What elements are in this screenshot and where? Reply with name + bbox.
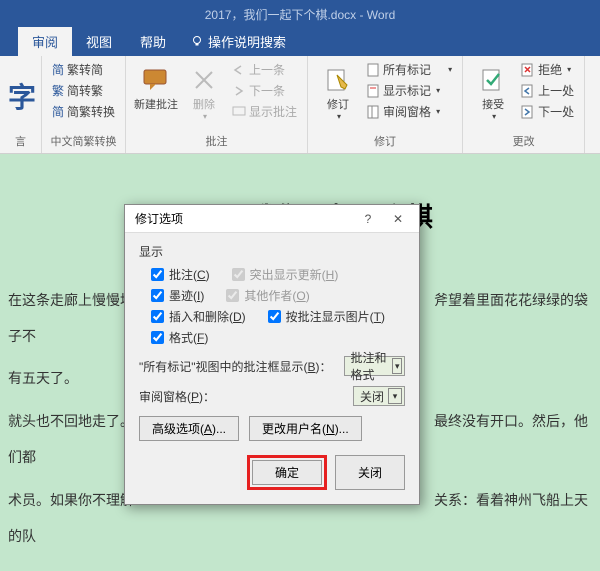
chk-pictures-by-comment[interactable]: 按批注显示图片(T) (268, 308, 385, 325)
chinese-conversion[interactable]: 简简繁转换 (50, 102, 117, 121)
reject-button[interactable]: 拒绝▾ (519, 60, 576, 79)
reject-icon (521, 63, 535, 77)
language-button[interactable]: 字 (8, 60, 36, 131)
chk-insertions-deletions[interactable]: 插入和删除(D) (151, 308, 246, 325)
doc-icon (366, 63, 380, 77)
title-bar: 2017，我们一起下个棋.docx - Word (0, 0, 600, 28)
new-comment-button[interactable]: 新建批注 (134, 60, 178, 131)
lightbulb-icon (190, 35, 204, 49)
chevron-down-icon: ▾ (392, 358, 402, 374)
chk-highlight-updates[interactable]: 突出显示更新(H) (232, 266, 339, 283)
prev-change-icon (521, 84, 535, 98)
ok-highlight: 确定 (247, 455, 327, 490)
pane-label: 审阅窗格(P)： (139, 388, 215, 405)
group-label-language: 言 (8, 131, 33, 149)
ribbon-tabs: 审阅 视图 帮助 操作说明搜索 (0, 28, 600, 56)
chk-formatting[interactable]: 格式(F) (151, 329, 208, 346)
next-change[interactable]: 下一处 (519, 102, 576, 121)
chk-other-authors[interactable]: 其他作者(O) (226, 287, 309, 304)
next-change-icon (521, 105, 535, 119)
dialog-titlebar: 修订选项 ? ✕ (125, 205, 419, 233)
ribbon: 字 言 简繁转简 繁简转繁 简简繁转换 中文简繁转换 新建批注 删除▾ 上一条 (0, 56, 600, 154)
track-changes-button[interactable]: 修订▾ (316, 60, 360, 131)
show-comments[interactable]: 显示批注 (230, 102, 299, 121)
group-label-comments: 批注 (134, 131, 299, 149)
chevron-down-icon: ▾ (388, 388, 402, 404)
tab-view[interactable]: 视图 (72, 27, 126, 56)
delete-icon (192, 68, 216, 92)
tell-me-search[interactable]: 操作说明搜索 (180, 27, 296, 56)
dialog-help-button[interactable]: ? (353, 208, 383, 230)
document-title: 2017，我们一起下个棋.docx - Word (205, 6, 396, 23)
show-comments-icon (232, 106, 246, 118)
tab-review[interactable]: 审阅 (18, 27, 72, 56)
previous-change[interactable]: 上一处 (519, 81, 576, 100)
show-markup-dropdown[interactable]: 显示标记▾ (364, 81, 454, 100)
tab-help[interactable]: 帮助 (126, 27, 180, 56)
balloon-label: "所有标记"视图中的批注框显示(B)： (139, 358, 332, 375)
dialog-title: 修订选项 (135, 210, 183, 227)
group-label-tracking: 修订 (316, 131, 454, 149)
delete-comment-button[interactable]: 删除▾ (182, 60, 226, 131)
cancel-button[interactable]: 关闭 (335, 455, 405, 490)
section-display: 显示 (139, 243, 405, 260)
markup-display-dropdown[interactable]: 所有标记▾ (364, 60, 454, 79)
group-label-changes: 更改 (471, 131, 576, 149)
group-label-chinese-conversion: 中文简繁转换 (50, 131, 117, 149)
pane-combo[interactable]: 关闭▾ (353, 386, 405, 406)
convert-to-simplified[interactable]: 简繁转简 (50, 60, 117, 79)
advanced-options-button[interactable]: 高级选项(A)... (139, 416, 239, 441)
accept-icon (480, 67, 506, 93)
next-icon (232, 85, 246, 97)
ok-button[interactable]: 确定 (252, 460, 322, 485)
pane-icon (366, 105, 380, 119)
change-username-button[interactable]: 更改用户名(N)... (249, 416, 362, 441)
track-icon (325, 67, 351, 93)
accept-button[interactable]: 接受▾ (471, 60, 515, 131)
previous-comment[interactable]: 上一条 (230, 60, 299, 79)
balloon-combo[interactable]: 批注和格式▾ (344, 356, 405, 376)
dialog-close-button[interactable]: ✕ (383, 208, 413, 230)
reviewing-pane-dropdown[interactable]: 审阅窗格▾ (364, 102, 454, 121)
next-comment[interactable]: 下一条 (230, 81, 299, 100)
prev-icon (232, 64, 246, 76)
convert-to-traditional[interactable]: 繁简转繁 (50, 81, 117, 100)
chk-ink[interactable]: 墨迹(I) (151, 287, 204, 304)
track-options-dialog: 修订选项 ? ✕ 显示 批注(C) 突出显示更新(H) 墨迹(I) 其他作者(O… (124, 204, 420, 505)
markup-icon (366, 84, 380, 98)
chk-comments[interactable]: 批注(C) (151, 266, 210, 283)
comment-new-icon (142, 68, 170, 92)
